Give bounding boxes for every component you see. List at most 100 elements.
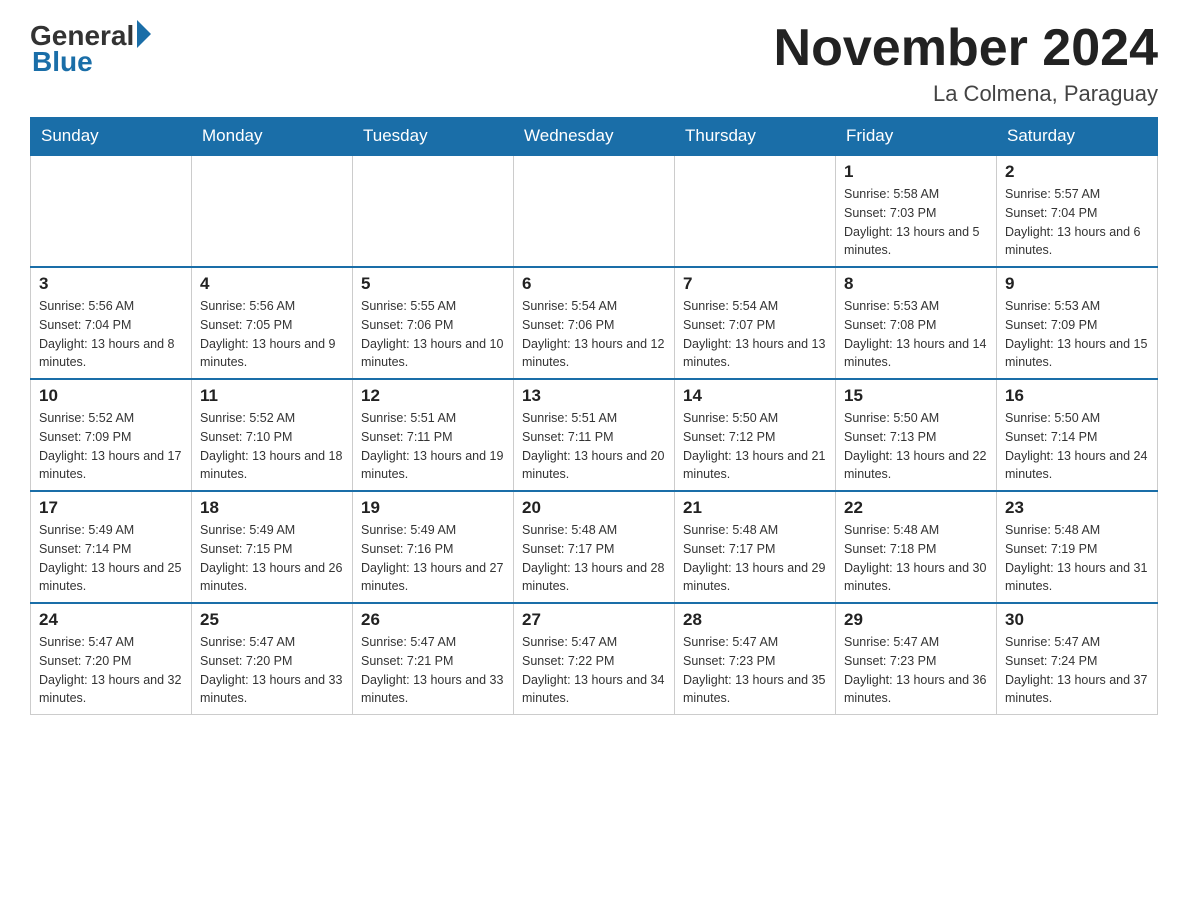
day-of-week-header: Monday — [192, 118, 353, 156]
day-info: Sunrise: 5:47 AMSunset: 7:20 PMDaylight:… — [39, 633, 183, 708]
day-number: 29 — [844, 610, 988, 630]
calendar-cell: 6 Sunrise: 5:54 AMSunset: 7:06 PMDaylight… — [514, 267, 675, 379]
day-info: Sunrise: 5:50 AMSunset: 7:12 PMDaylight:… — [683, 409, 827, 484]
calendar-cell: 13 Sunrise: 5:51 AMSunset: 7:11 PMDayligh… — [514, 379, 675, 491]
day-info: Sunrise: 5:52 AMSunset: 7:10 PMDaylight:… — [200, 409, 344, 484]
calendar-cell: 20Sunrise: 5:48 AMSunset: 7:17 PMDayligh… — [514, 491, 675, 603]
calendar-cell: 24 Sunrise: 5:47 AMSunset: 7:20 PMDayligh… — [31, 603, 192, 715]
day-of-week-header: Tuesday — [353, 118, 514, 156]
calendar-week-row: 3 Sunrise: 5:56 AMSunset: 7:04 PMDaylight… — [31, 267, 1158, 379]
page-header: General Blue November 2024 La Colmena, P… — [30, 20, 1158, 107]
calendar-week-row: 1 Sunrise: 5:58 AMSunset: 7:03 PMDaylight… — [31, 155, 1158, 267]
day-info: Sunrise: 5:47 AMSunset: 7:23 PMDaylight:… — [844, 633, 988, 708]
calendar-cell: 8 Sunrise: 5:53 AMSunset: 7:08 PMDaylight… — [836, 267, 997, 379]
day-number: 26 — [361, 610, 505, 630]
calendar-cell — [675, 155, 836, 267]
day-info: Sunrise: 5:55 AMSunset: 7:06 PMDaylight:… — [361, 297, 505, 372]
day-info: Sunrise: 5:48 AMSunset: 7:19 PMDaylight:… — [1005, 521, 1149, 596]
title-section: November 2024 La Colmena, Paraguay — [774, 20, 1158, 107]
day-info: Sunrise: 5:54 AMSunset: 7:06 PMDaylight:… — [522, 297, 666, 372]
day-number: 30 — [1005, 610, 1149, 630]
day-info: Sunrise: 5:48 AMSunset: 7:18 PMDaylight:… — [844, 521, 988, 596]
calendar-cell: 4Sunrise: 5:56 AMSunset: 7:05 PMDaylight… — [192, 267, 353, 379]
calendar-week-row: 24 Sunrise: 5:47 AMSunset: 7:20 PMDayligh… — [31, 603, 1158, 715]
day-number: 2 — [1005, 162, 1149, 182]
day-info: Sunrise: 5:47 AMSunset: 7:23 PMDaylight:… — [683, 633, 827, 708]
day-number: 28 — [683, 610, 827, 630]
calendar-cell: 21 Sunrise: 5:48 AMSunset: 7:17 PMDayligh… — [675, 491, 836, 603]
day-number: 18 — [200, 498, 344, 518]
calendar-cell: 10 Sunrise: 5:52 AMSunset: 7:09 PMDayligh… — [31, 379, 192, 491]
day-number: 4 — [200, 274, 344, 294]
calendar-cell: 3 Sunrise: 5:56 AMSunset: 7:04 PMDaylight… — [31, 267, 192, 379]
day-info: Sunrise: 5:50 AMSunset: 7:13 PMDaylight:… — [844, 409, 988, 484]
day-info: Sunrise: 5:51 AMSunset: 7:11 PMDaylight:… — [522, 409, 666, 484]
day-info: Sunrise: 5:52 AMSunset: 7:09 PMDaylight:… — [39, 409, 183, 484]
calendar-cell: 28 Sunrise: 5:47 AMSunset: 7:23 PMDayligh… — [675, 603, 836, 715]
calendar-cell: 14 Sunrise: 5:50 AMSunset: 7:12 PMDayligh… — [675, 379, 836, 491]
calendar-cell: 23 Sunrise: 5:48 AMSunset: 7:19 PMDayligh… — [997, 491, 1158, 603]
day-number: 10 — [39, 386, 183, 406]
calendar-cell: 1 Sunrise: 5:58 AMSunset: 7:03 PMDaylight… — [836, 155, 997, 267]
calendar-cell: 15 Sunrise: 5:50 AMSunset: 7:13 PMDayligh… — [836, 379, 997, 491]
calendar-cell: 12 Sunrise: 5:51 AMSunset: 7:11 PMDayligh… — [353, 379, 514, 491]
day-number: 14 — [683, 386, 827, 406]
day-number: 5 — [361, 274, 505, 294]
calendar-cell — [31, 155, 192, 267]
calendar-cell: 9Sunrise: 5:53 AMSunset: 7:09 PMDaylight… — [997, 267, 1158, 379]
logo-blue-text: Blue — [32, 46, 93, 78]
calendar-cell: 30Sunrise: 5:47 AMSunset: 7:24 PMDayligh… — [997, 603, 1158, 715]
day-info: Sunrise: 5:53 AMSunset: 7:08 PMDaylight:… — [844, 297, 988, 372]
day-number: 9 — [1005, 274, 1149, 294]
day-number: 7 — [683, 274, 827, 294]
day-info: Sunrise: 5:49 AMSunset: 7:14 PMDaylight:… — [39, 521, 183, 596]
calendar-cell: 27Sunrise: 5:47 AMSunset: 7:22 PMDayligh… — [514, 603, 675, 715]
day-info: Sunrise: 5:56 AMSunset: 7:04 PMDaylight:… — [39, 297, 183, 372]
calendar-cell: 5 Sunrise: 5:55 AMSunset: 7:06 PMDaylight… — [353, 267, 514, 379]
day-of-week-header: Sunday — [31, 118, 192, 156]
calendar-cell: 2Sunrise: 5:57 AMSunset: 7:04 PMDaylight… — [997, 155, 1158, 267]
day-number: 23 — [1005, 498, 1149, 518]
logo: General Blue — [30, 20, 151, 78]
calendar-cell: 17Sunrise: 5:49 AMSunset: 7:14 PMDayligh… — [31, 491, 192, 603]
day-of-week-header: Thursday — [675, 118, 836, 156]
day-number: 11 — [200, 386, 344, 406]
day-info: Sunrise: 5:47 AMSunset: 7:22 PMDaylight:… — [522, 633, 666, 708]
day-number: 13 — [522, 386, 666, 406]
day-info: Sunrise: 5:47 AMSunset: 7:20 PMDaylight:… — [200, 633, 344, 708]
calendar-table: SundayMondayTuesdayWednesdayThursdayFrid… — [30, 117, 1158, 715]
month-year-title: November 2024 — [774, 20, 1158, 77]
calendar-cell: 7 Sunrise: 5:54 AMSunset: 7:07 PMDaylight… — [675, 267, 836, 379]
calendar-cell: 26 Sunrise: 5:47 AMSunset: 7:21 PMDayligh… — [353, 603, 514, 715]
day-info: Sunrise: 5:58 AMSunset: 7:03 PMDaylight:… — [844, 185, 988, 260]
calendar-cell: 29 Sunrise: 5:47 AMSunset: 7:23 PMDayligh… — [836, 603, 997, 715]
day-number: 12 — [361, 386, 505, 406]
day-info: Sunrise: 5:51 AMSunset: 7:11 PMDaylight:… — [361, 409, 505, 484]
day-info: Sunrise: 5:50 AMSunset: 7:14 PMDaylight:… — [1005, 409, 1149, 484]
day-number: 3 — [39, 274, 183, 294]
day-of-week-header: Saturday — [997, 118, 1158, 156]
day-of-week-header: Friday — [836, 118, 997, 156]
day-info: Sunrise: 5:54 AMSunset: 7:07 PMDaylight:… — [683, 297, 827, 372]
day-info: Sunrise: 5:47 AMSunset: 7:21 PMDaylight:… — [361, 633, 505, 708]
day-number: 1 — [844, 162, 988, 182]
calendar-cell: 18 Sunrise: 5:49 AMSunset: 7:15 PMDayligh… — [192, 491, 353, 603]
calendar-cell: 22Sunrise: 5:48 AMSunset: 7:18 PMDayligh… — [836, 491, 997, 603]
day-info: Sunrise: 5:48 AMSunset: 7:17 PMDaylight:… — [522, 521, 666, 596]
day-info: Sunrise: 5:49 AMSunset: 7:16 PMDaylight:… — [361, 521, 505, 596]
calendar-cell — [192, 155, 353, 267]
day-number: 6 — [522, 274, 666, 294]
day-number: 19 — [361, 498, 505, 518]
day-info: Sunrise: 5:49 AMSunset: 7:15 PMDaylight:… — [200, 521, 344, 596]
day-number: 16 — [1005, 386, 1149, 406]
calendar-cell — [514, 155, 675, 267]
calendar-header-row: SundayMondayTuesdayWednesdayThursdayFrid… — [31, 118, 1158, 156]
calendar-cell: 19 Sunrise: 5:49 AMSunset: 7:16 PMDayligh… — [353, 491, 514, 603]
calendar-cell: 11 Sunrise: 5:52 AMSunset: 7:10 PMDayligh… — [192, 379, 353, 491]
day-info: Sunrise: 5:48 AMSunset: 7:17 PMDaylight:… — [683, 521, 827, 596]
day-number: 24 — [39, 610, 183, 630]
calendar-cell: 16 Sunrise: 5:50 AMSunset: 7:14 PMDayligh… — [997, 379, 1158, 491]
day-number: 8 — [844, 274, 988, 294]
day-number: 15 — [844, 386, 988, 406]
day-number: 21 — [683, 498, 827, 518]
